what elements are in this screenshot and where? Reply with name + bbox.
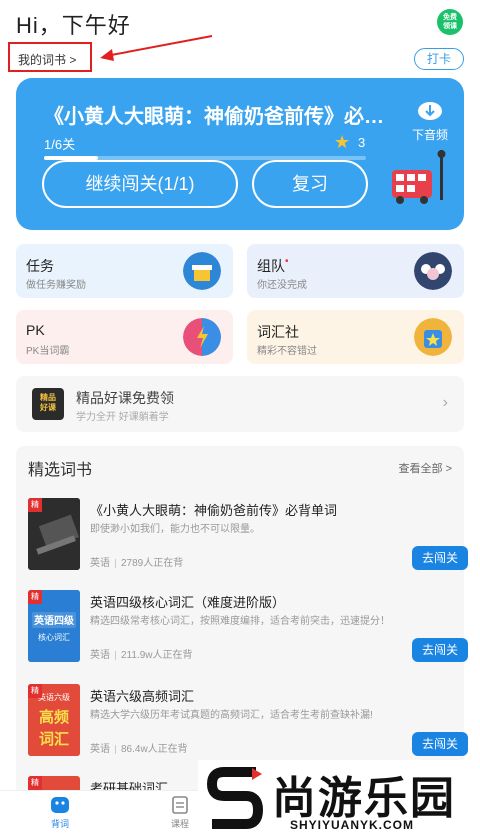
chevron-right-icon: ›: [442, 394, 448, 411]
words-tab-icon: [51, 797, 69, 813]
book-meta: 英语 2789人正在背: [90, 554, 183, 569]
tab-courses[interactable]: 课程: [160, 795, 200, 830]
start-button[interactable]: 去闯关: [412, 638, 468, 662]
svg-text:英语四级: 英语四级: [33, 614, 75, 627]
tile-title: 词汇社: [257, 324, 299, 340]
featured-books-section: 精选词书 查看全部 > 精 《小黄人大眼萌：神偷奶爸前传》必背单词 即使渺小如我…: [16, 446, 468, 806]
my-word-book-link[interactable]: 我的词书 >: [8, 42, 92, 72]
pk-versus-icon: [183, 318, 221, 356]
start-button[interactable]: 去闯关: [412, 546, 468, 570]
continue-button[interactable]: 继续闯关(1/1): [42, 160, 238, 208]
book-item[interactable]: 英语四级 核心词汇 精 英语四级核心词汇（难度进阶版） 精选四级常考核心词汇，按…: [28, 590, 468, 670]
book-cover: 精: [28, 498, 80, 570]
current-book-title: 《小黄人大眼萌：神偷奶爸前传》必…: [44, 106, 384, 128]
stars-count: 3: [358, 135, 366, 150]
book-cover: 英语六级 高频 词汇 精: [28, 684, 80, 756]
book-description: 精选大学六级历年考试真题的高频词汇，适合考生考前查缺补漏!: [90, 710, 373, 721]
check-in-button[interactable]: 打卡: [414, 48, 464, 70]
book-description: 即使渺小如我们，能力也不可以限量。: [90, 524, 260, 535]
tab-words-label: 背词: [50, 819, 69, 829]
tile-tasks[interactable]: 任务 做任务赚奖励: [16, 244, 233, 298]
watermark-url: SHYIYUANYK.COM: [290, 818, 415, 832]
course-logo: 精品 好课: [32, 388, 64, 420]
book-item[interactable]: 精 《小黄人大眼萌：神偷奶爸前传》必背单词 即使渺小如我们，能力也不可以限量。 …: [28, 498, 468, 578]
svg-text:核心词汇: 核心词汇: [38, 632, 70, 642]
double-decker-bus-icon: [392, 150, 446, 204]
svg-text:词汇: 词汇: [39, 730, 69, 748]
site-watermark: 尚游乐园 SHYIYUANYK.COM: [198, 760, 480, 835]
free-course-badge[interactable]: 免费 领课: [437, 9, 463, 35]
courses-tab-icon: [172, 796, 188, 814]
book-meta: 英语 86.4w人正在背: [90, 740, 188, 755]
meta-divider: [115, 558, 116, 568]
promo-title: 精品好课免费领: [76, 390, 174, 406]
cloud-download-icon: [418, 102, 442, 120]
view-all-link[interactable]: 查看全部 >: [399, 460, 452, 476]
meta-divider: [115, 650, 116, 660]
learner-count: 211.9w人正在背: [121, 650, 193, 661]
book-title: 英语四级核心词汇（难度进阶版）: [90, 595, 286, 610]
star-icon: ★: [334, 132, 351, 152]
tile-title: PK: [26, 322, 45, 338]
notification-dot: •: [285, 256, 289, 267]
featured-tag: 精: [28, 776, 42, 790]
svg-text:高频: 高频: [39, 708, 69, 726]
tile-subtitle: 精彩不容错过: [257, 346, 317, 357]
watermark-text: 尚游乐园: [272, 774, 456, 823]
tile-pk[interactable]: PK PK当词霸: [16, 310, 233, 364]
tile-subtitle: PK当词霸: [26, 346, 70, 357]
book-language: 英语: [90, 650, 110, 661]
tile-title: 任务: [26, 258, 54, 274]
header: Hi，下午好 免费 领课 我的词书 > 打卡: [0, 0, 480, 80]
book-title: 《小黄人大眼萌：神偷奶爸前传》必背单词: [90, 503, 338, 518]
meta-divider: [115, 744, 116, 754]
watermark-logo: [206, 767, 264, 829]
annotation-arrow-icon: [100, 35, 213, 61]
start-button[interactable]: 去闯关: [412, 732, 468, 756]
promo-subtitle: 学力全开 好课躺着学: [76, 412, 169, 423]
current-book-card[interactable]: 《小黄人大眼萌：神偷奶爸前传》必… 1/6关 ★ 3 继续闯关(1/1) 复习 …: [16, 78, 464, 230]
tile-subtitle: 你还没完成: [257, 280, 307, 291]
book-language: 英语: [90, 558, 110, 569]
tile-title-text: 组队: [257, 258, 285, 274]
download-audio-button[interactable]: 下音频: [408, 100, 452, 143]
featured-tag: 精: [28, 498, 42, 512]
featured-tag: 精: [28, 590, 42, 604]
tile-subtitle: 做任务赚奖励: [26, 280, 86, 291]
learner-count: 86.4w人正在背: [121, 744, 188, 755]
book-meta: 英语 211.9w人正在背: [90, 646, 193, 661]
tab-courses-label: 课程: [170, 819, 189, 829]
tab-words[interactable]: 背词: [40, 795, 80, 830]
tile-team[interactable]: 组队• 你还没完成: [247, 244, 464, 298]
featured-tag: 精: [28, 684, 42, 698]
download-audio-label: 下音频: [411, 128, 448, 142]
section-title: 精选词书: [28, 462, 93, 479]
free-course-banner[interactable]: 精品 好课 精品好课免费领 学力全开 好课躺着学 ›: [16, 376, 464, 432]
svg-text:英语六级: 英语六级: [38, 692, 70, 702]
book-item[interactable]: 英语六级 高频 词汇 精 英语六级高频词汇 精选大学六级历年考试真题的高频词汇，…: [28, 684, 468, 764]
task-gift-icon: [183, 252, 221, 290]
review-button[interactable]: 复习: [252, 160, 368, 208]
tile-vocab-club[interactable]: 词汇社 精彩不容错过: [247, 310, 464, 364]
book-description: 精选四级常考核心词汇，按照难度编排，适合考前突击，迅速提分！: [90, 616, 390, 627]
learner-count: 2789人正在背: [121, 558, 184, 569]
level-progress-label: 1/6关: [44, 137, 76, 152]
book-cover: 英语四级 核心词汇 精: [28, 590, 80, 662]
tile-title: 组队•: [257, 256, 289, 276]
book-title: 英语六级高频词汇: [90, 689, 195, 704]
club-bag-icon: [414, 318, 452, 356]
book-language: 英语: [90, 744, 110, 755]
team-people-icon: [414, 252, 452, 290]
